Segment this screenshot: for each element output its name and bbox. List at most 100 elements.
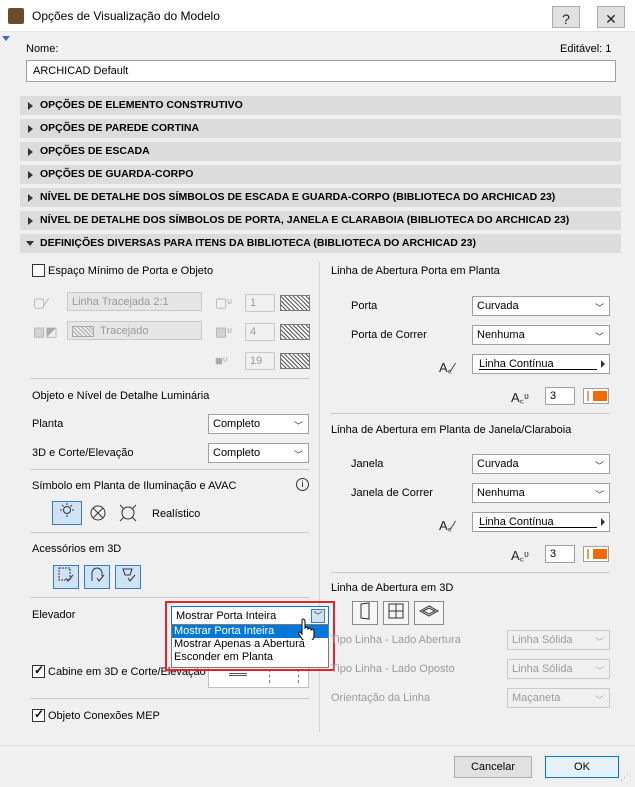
- pen-field-2: 4: [245, 323, 275, 341]
- section-detail-select[interactable]: Completo ﹀: [208, 443, 309, 463]
- linetype-opposite-value: Linha Sólida: [512, 663, 573, 675]
- chevron-right-icon: [28, 148, 33, 156]
- section-label: OPÇÕES DE ESCADA: [40, 145, 150, 157]
- accessory-toggle-2[interactable]: [84, 565, 110, 589]
- window-value: Curvada: [477, 458, 519, 470]
- door-label: Porta: [351, 300, 378, 312]
- linetype-open-select: Linha Sólida ﹀: [507, 630, 610, 650]
- cabin-checkbox[interactable]: [32, 663, 45, 678]
- resize-grip-icon[interactable]: ⋰: [620, 772, 629, 783]
- swatch-separator: [587, 391, 589, 401]
- door-value: Curvada: [477, 300, 519, 312]
- chevron-down-icon: ﹀: [594, 303, 604, 313]
- accessory-toggle-3[interactable]: [115, 565, 141, 589]
- orientation-value: Maçaneta: [512, 692, 561, 704]
- linetype-field: Linha Tracejada 2:1: [67, 292, 202, 311]
- section-stair-options[interactable]: OPÇÕES DE ESCADA: [20, 142, 621, 161]
- divider: [30, 597, 309, 598]
- section-misc-library-settings[interactable]: DEFINIÇÕES DIVERSAS PARA ITENS DA BIBLIO…: [20, 234, 621, 253]
- section-curtain-wall-options[interactable]: OPÇÕES DE PAREDE CORTINA: [20, 119, 621, 138]
- skylight-icon: [418, 605, 440, 617]
- dialog-menu-arrow-icon[interactable]: [2, 36, 10, 41]
- divider: [331, 413, 610, 414]
- linetype-open-value: Linha Sólida: [512, 634, 573, 646]
- device-check-icon: [122, 568, 136, 582]
- window-pen-color-swatch[interactable]: [583, 546, 609, 562]
- chevron-right-icon: [28, 171, 33, 179]
- chevron-down-icon: ﹀: [293, 450, 303, 460]
- symbolic-lighting-button[interactable]: [52, 501, 82, 525]
- 3d-window-opening-button[interactable]: [383, 601, 409, 625]
- door-icon: [360, 602, 370, 620]
- name-label: Nome:: [26, 43, 59, 55]
- section-building-element-options[interactable]: OPÇÕES DE ELEMENTO CONSTRUTIVO: [20, 96, 621, 115]
- chevron-down-icon: ﹀: [594, 490, 604, 500]
- sliding-window-label: Janela de Correr: [351, 487, 433, 499]
- name-input[interactable]: ARCHICAD Default: [26, 60, 616, 82]
- section-railing-options[interactable]: OPÇÕES DE GUARDA-CORPO: [20, 165, 621, 184]
- divider: [30, 532, 309, 533]
- door-pen-color-swatch[interactable]: [583, 388, 609, 404]
- divider: [331, 572, 610, 573]
- help-button[interactable]: ?: [552, 6, 580, 28]
- cross-circle-lighting-button[interactable]: [88, 503, 110, 525]
- chevron-right-icon: [28, 102, 33, 110]
- door-plan-title: Linha de Abertura Porta em Planta: [331, 265, 500, 277]
- line-type-icon: A꜀⁄: [439, 360, 455, 375]
- section-door-window-detail[interactable]: NÍVEL DE DETALHE DOS SÍMBOLOS DE PORTA, …: [20, 211, 621, 230]
- pen-icon: A꜀ᶹ: [511, 390, 529, 405]
- chevron-down-icon: ﹀: [594, 637, 604, 647]
- door-linetype-button[interactable]: Linha Contínua: [472, 354, 610, 374]
- section-stair-railing-detail[interactable]: NÍVEL DE DETALHE DOS SÍMBOLOS DE ESCADA …: [20, 188, 621, 207]
- sliding-window-value: Nenhuma: [477, 487, 525, 499]
- sliding-door-select[interactable]: Nenhuma ﹀: [472, 325, 610, 345]
- plan-detail-select[interactable]: Completo ﹀: [208, 414, 309, 434]
- min-space-label: Espaço Mínimo de Porta e Objeto: [48, 265, 214, 277]
- window-linetype-button[interactable]: Linha Contínua: [472, 512, 610, 532]
- close-button[interactable]: ✕: [597, 6, 625, 28]
- line-icon: ▢⁄: [33, 295, 48, 310]
- door-select[interactable]: Curvada ﹀: [472, 296, 610, 316]
- sliding-door-label: Porta de Correr: [351, 329, 427, 341]
- handle-check-icon: [91, 567, 105, 582]
- realistic-lighting-button[interactable]: [118, 503, 140, 525]
- mep-checkbox[interactable]: [32, 707, 45, 722]
- editable-count: Editável: 1: [560, 43, 612, 55]
- 3d-skylight-opening-button[interactable]: [414, 601, 444, 625]
- preview-shape: [229, 673, 247, 676]
- fill-pen-icon: ▨ᶹ: [215, 324, 232, 339]
- cross-circle-icon: [90, 505, 106, 521]
- min-space-checkbox[interactable]: [32, 264, 45, 277]
- door-pen-input[interactable]: 3: [545, 387, 575, 405]
- divider: [30, 378, 309, 379]
- window-select[interactable]: Curvada ﹀: [472, 454, 610, 474]
- section-elevation-label: 3D e Corte/Elevação: [32, 447, 134, 459]
- sliding-window-select[interactable]: Nenhuma ﹀: [472, 483, 610, 503]
- pen-field-3: 19: [245, 352, 275, 370]
- info-icon[interactable]: i: [296, 478, 309, 491]
- ok-button[interactable]: OK: [545, 756, 619, 778]
- lightbulb-icon: [60, 503, 74, 517]
- hand-cursor-icon: [298, 618, 316, 643]
- accessory-toggle-1[interactable]: [53, 565, 79, 589]
- window-pen-input[interactable]: 3: [545, 545, 575, 563]
- divider: [30, 698, 309, 699]
- section-label: NÍVEL DE DETALHE DOS SÍMBOLOS DE ESCADA …: [40, 191, 556, 203]
- sliding-door-value: Nenhuma: [477, 329, 525, 341]
- fill-pattern-icon: [72, 325, 94, 337]
- section-value: Completo: [213, 447, 261, 459]
- elevator-label: Elevador: [32, 609, 76, 621]
- orientation-label: Orientação da Linha: [331, 692, 431, 704]
- realistic-symbol-icon: [119, 504, 137, 522]
- line-type-icon: A꜀⁄: [439, 518, 455, 533]
- cancel-button[interactable]: Cancelar: [454, 756, 532, 778]
- chevron-right-icon: [601, 360, 605, 368]
- divider: [30, 469, 309, 470]
- bg-pen-icon: ■ᶹ: [215, 353, 228, 368]
- chevron-down-icon: ﹀: [594, 461, 604, 471]
- chevron-right-icon: [28, 125, 33, 133]
- 3d-door-opening-button[interactable]: [352, 601, 378, 625]
- section-label: NÍVEL DE DETALHE DOS SÍMBOLOS DE PORTA, …: [40, 214, 570, 226]
- linetype-open-label: Tipo Linha - Lado Abertura: [331, 634, 461, 646]
- orientation-select: Maçaneta ﹀: [507, 688, 610, 708]
